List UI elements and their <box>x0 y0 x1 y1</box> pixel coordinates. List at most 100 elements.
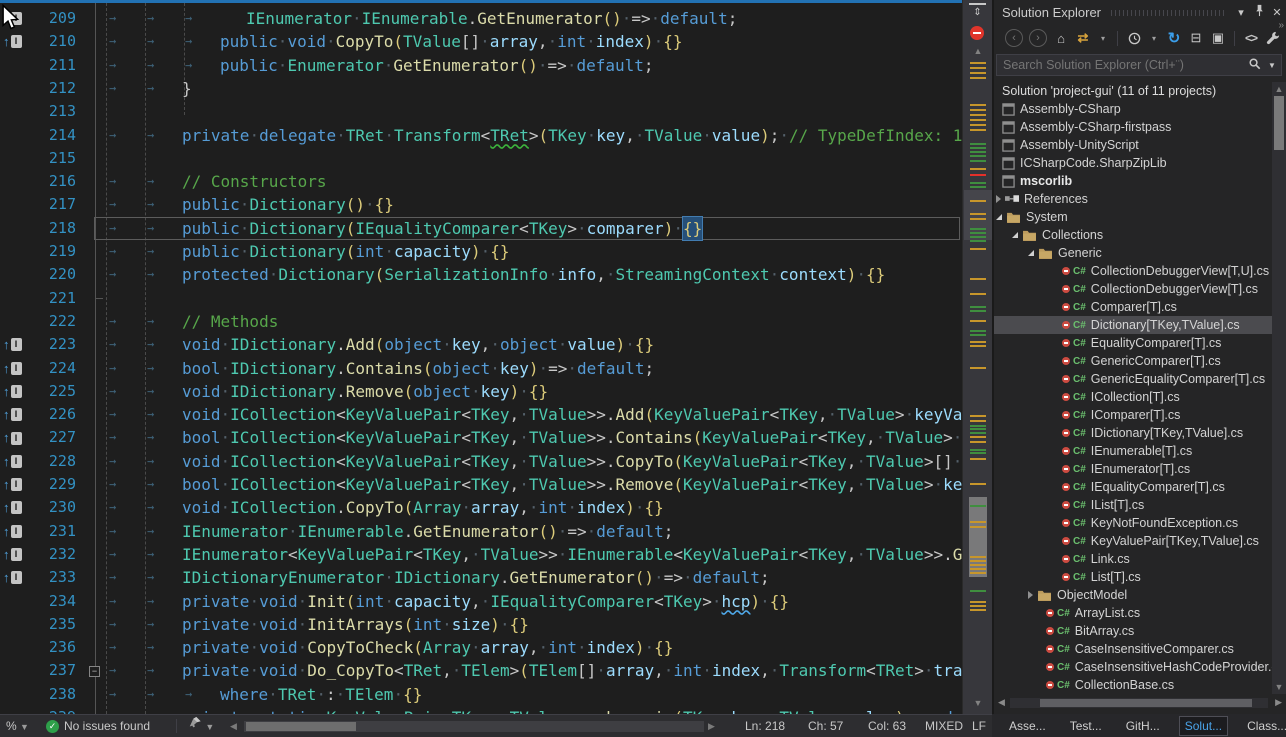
tree-item-genericcomparer-t-cs[interactable]: C#GenericComparer[T].cs <box>994 352 1274 370</box>
zoom-control[interactable]: % ▼ <box>6 715 29 737</box>
tree-item-collections[interactable]: Collections <box>994 226 1274 244</box>
code-line-211[interactable]: 211→→→public·Enumerator·GetEnumerator()·… <box>0 54 962 77</box>
scroll-up-icon[interactable]: ▲ <box>1272 84 1286 94</box>
code-line-223[interactable]: ↑I223→→void·IDictionary.Add(object·key,·… <box>0 333 962 356</box>
tree-item-arraylist-cs[interactable]: C#ArrayList.cs <box>994 604 1274 622</box>
scroll-up-icon[interactable]: ▲ <box>963 46 993 56</box>
tree-item-solution-project-gui-11-of-11-projects-[interactable]: Solution 'project-gui' (11 of 11 project… <box>994 82 1274 100</box>
code-line-233[interactable]: ↑I233→→IDictionaryEnumerator·IDictionary… <box>0 566 962 589</box>
tree-item-ienumerable-t-cs[interactable]: C#IEnumerable[T].cs <box>994 442 1274 460</box>
properties-icon[interactable] <box>1265 28 1281 48</box>
status-column[interactable]: Col: 63 <box>868 715 906 737</box>
code-line-232[interactable]: ↑I232→→IEnumerator<KeyValuePair<TKey,·TV… <box>0 543 962 566</box>
health-status[interactable]: No issues found <box>64 715 150 737</box>
code-line-225[interactable]: ↑I225→→void·IDictionary.Remove(object·ke… <box>0 380 962 403</box>
hscrollbar-thumb[interactable] <box>246 722 356 731</box>
code-line-237[interactable]: 237→→private·void·Do_CopyTo<TRet,·TElem>… <box>0 659 962 682</box>
forward-icon[interactable]: › <box>1029 29 1047 47</box>
code-line-219[interactable]: 219→→public·Dictionary(int·capacity)·{} <box>0 240 962 263</box>
tree-item-dictionary-tkey-tvalue-cs[interactable]: C#Dictionary[TKey,TValue].cs <box>994 316 1274 334</box>
tree-item-idictionary-tkey-tvalue-cs[interactable]: C#IDictionary[TKey,TValue].cs <box>994 424 1274 442</box>
hscroll-left-icon[interactable]: ◀ <box>998 697 1005 708</box>
chevron-collapsed-icon[interactable] <box>996 195 1001 203</box>
tree-item-bitarray-cs[interactable]: C#BitArray.cs <box>994 622 1274 640</box>
home-icon[interactable]: ⌂ <box>1053 28 1069 48</box>
code-line-213[interactable]: 213 <box>0 100 962 123</box>
panel-tab-gith[interactable]: GitH... <box>1121 717 1165 735</box>
panel-tab-test[interactable]: Test... <box>1065 717 1107 735</box>
code-line-222[interactable]: 222→→// Methods <box>0 310 962 333</box>
tree-item-assembly-unityscript[interactable]: Assembly-UnityScript <box>994 136 1274 154</box>
view-code-icon[interactable]: <> <box>1243 28 1259 48</box>
search-options-icon[interactable]: ▼ <box>1263 61 1281 70</box>
panel-tab-class[interactable]: Class... <box>1242 717 1286 735</box>
collapse-all-icon[interactable]: ⊟ <box>1188 28 1204 48</box>
search-icon[interactable] <box>1245 57 1263 73</box>
hscroll-left-icon[interactable]: ◀ <box>230 715 237 737</box>
code-line-224[interactable]: ↑I224→→bool·IDictionary.Contains(object·… <box>0 357 962 380</box>
code-line-239[interactable]: 239→→private·static·KeyValuePair<TKey,·T… <box>0 706 962 714</box>
scroll-down-icon[interactable]: ▼ <box>963 698 993 708</box>
tree-item-collectiondebuggerview-t-cs[interactable]: C#CollectionDebuggerView[T].cs <box>994 280 1274 298</box>
toolbar-overflow-icon[interactable]: » <box>1278 20 1284 31</box>
tree-item-keyvaluepair-tkey-tvalue-cs[interactable]: C#KeyValuePair[TKey,TValue].cs <box>994 532 1274 550</box>
tree-item-generic[interactable]: Generic <box>994 244 1274 262</box>
tree-item-caseinsensitivecomparer-cs[interactable]: C#CaseInsensitiveComparer.cs <box>994 640 1274 658</box>
tree-item-ienumerator-t-cs[interactable]: C#IEnumerator[T].cs <box>994 460 1274 478</box>
fold-collapse-box[interactable]: − <box>89 666 100 677</box>
editor-scrollbar[interactable]: ⇕ ▲ ▼ <box>962 0 992 714</box>
code-line-231[interactable]: ↑I231→→IEnumerator·IEnumerable.GetEnumer… <box>0 520 962 543</box>
tree-item-iequalitycomparer-t-cs[interactable]: C#IEqualityComparer[T].cs <box>994 478 1274 496</box>
tree-item-icollection-t-cs[interactable]: C#ICollection[T].cs <box>994 388 1274 406</box>
code-line-216[interactable]: 216→→// Constructors <box>0 170 962 193</box>
code-line-221[interactable]: 221 <box>0 287 962 310</box>
scroll-down-icon[interactable]: ▼ <box>1272 682 1286 692</box>
tree-item-assembly-csharp-firstpass[interactable]: Assembly-CSharp-firstpass <box>994 118 1274 136</box>
code-line-217[interactable]: 217→→public·Dictionary()·{} <box>0 193 962 216</box>
pending-changes-filter-icon[interactable] <box>1126 28 1142 48</box>
code-line-235[interactable]: 235→→private·void·InitArrays(int·size)·{… <box>0 613 962 636</box>
tree-item-icomparer-t-cs[interactable]: C#IComparer[T].cs <box>994 406 1274 424</box>
vscrollbar-thumb[interactable] <box>1274 96 1284 150</box>
code-line-229[interactable]: ↑I229→→bool·ICollection<KeyValuePair<TKe… <box>0 473 962 496</box>
search-input[interactable] <box>997 58 1245 72</box>
status-char[interactable]: Ch: 57 <box>808 715 843 737</box>
tree-hscrollbar[interactable]: ◀ ▶ <box>996 697 1284 710</box>
tree-item-list-t-cs[interactable]: C#List[T].cs <box>994 568 1274 586</box>
code-line-218[interactable]: 218→→public·Dictionary(IEqualityComparer… <box>0 217 962 240</box>
chevron-expanded-icon[interactable] <box>1028 250 1034 256</box>
editor-hscrollbar[interactable] <box>244 721 704 732</box>
filter-caret-icon[interactable]: ▾ <box>1146 28 1162 48</box>
sync-caret-icon[interactable]: ▾ <box>1095 28 1111 48</box>
tree-item-ilist-t-cs[interactable]: C#IList[T].cs <box>994 496 1274 514</box>
split-editor-handle-icon[interactable]: ⇕ <box>969 3 986 20</box>
code-editor[interactable]: ↑I209→→→IEnumerator·IEnumerable.GetEnume… <box>0 0 962 714</box>
tree-item-equalitycomparer-t-cs[interactable]: C#EqualityComparer[T].cs <box>994 334 1274 352</box>
tree-item-icsharpcode-sharpziplib[interactable]: ICSharpCode.SharpZipLib <box>994 154 1274 172</box>
tree-vscrollbar[interactable]: ▲ ▼ <box>1272 82 1286 694</box>
code-line-228[interactable]: ↑I228→→void·ICollection<KeyValuePair<TKe… <box>0 450 962 473</box>
code-line-236[interactable]: 236→→private·void·CopyToCheck(Array·arra… <box>0 636 962 659</box>
panel-tab-solut[interactable]: Solut... <box>1179 716 1228 736</box>
panel-tab-asse[interactable]: Asse... <box>1004 717 1051 735</box>
chevron-expanded-icon[interactable] <box>1012 232 1018 238</box>
hscroll-right-icon[interactable]: ▶ <box>1275 697 1282 708</box>
code-line-214[interactable]: 214→→private·delegate·TRet·Transform<TRe… <box>0 124 962 147</box>
status-encoding[interactable]: MIXED <box>925 715 963 737</box>
hscroll-right-icon[interactable]: ▶ <box>708 715 715 737</box>
hscrollbar-thumb[interactable] <box>1040 699 1252 707</box>
tree-item-references[interactable]: References <box>994 190 1274 208</box>
tree-item-collectiondebuggerview-t-u-cs[interactable]: C#CollectionDebuggerView[T,U].cs <box>994 262 1274 280</box>
status-line-number[interactable]: Ln: 218 <box>745 715 785 737</box>
code-line-226[interactable]: ↑I226→→void·ICollection<KeyValuePair<TKe… <box>0 403 962 426</box>
code-cleanup-button[interactable]: ▼ <box>188 715 214 737</box>
code-line-234[interactable]: 234→→private·void·Init(int·capacity,·IEq… <box>0 590 962 613</box>
window-position-icon[interactable]: ▾ <box>1232 6 1250 19</box>
hscrollbar-track[interactable] <box>1010 698 1268 708</box>
pin-icon[interactable] <box>1250 4 1268 20</box>
panel-titlebar[interactable]: Solution Explorer ▾ ✕ <box>994 0 1286 24</box>
tree-item-link-cs[interactable]: C#Link.cs <box>994 550 1274 568</box>
code-line-220[interactable]: 220→→protected·Dictionary(SerializationI… <box>0 263 962 286</box>
code-line-227[interactable]: ↑I227→→bool·ICollection<KeyValuePair<TKe… <box>0 426 962 449</box>
tree-item-comparer-t-cs[interactable]: C#Comparer[T].cs <box>994 298 1274 316</box>
